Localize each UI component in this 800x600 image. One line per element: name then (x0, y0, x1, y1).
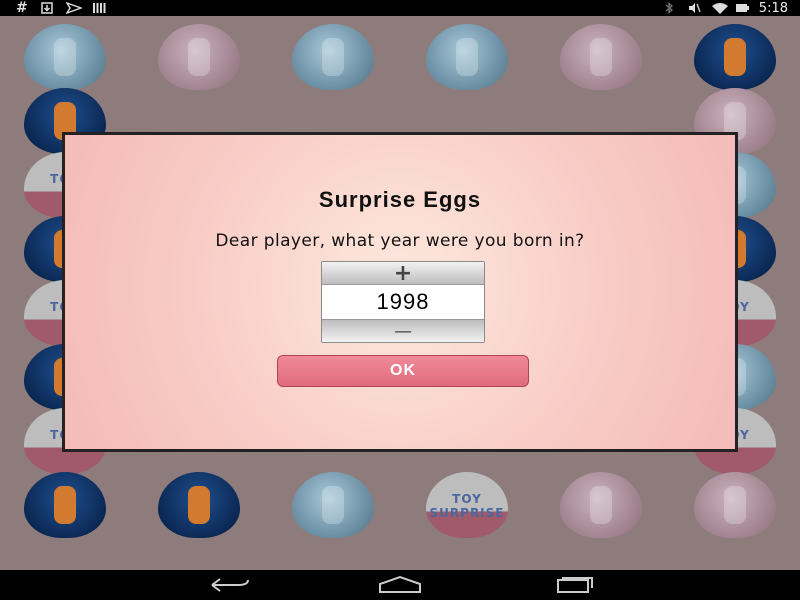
recents-icon[interactable] (550, 574, 596, 596)
battery-icon (735, 2, 749, 14)
egg-tile[interactable] (560, 24, 642, 90)
egg-tile[interactable] (426, 24, 508, 90)
dialog-question: Dear player, what year were you born in? (215, 231, 585, 251)
egg-tile[interactable] (158, 472, 240, 538)
egg-tile[interactable] (560, 472, 642, 538)
status-bar: # 5:18 (0, 0, 800, 16)
hash-icon: # (16, 0, 28, 16)
egg-tile[interactable] (694, 24, 776, 90)
send-icon (65, 1, 83, 15)
egg-tile[interactable] (24, 24, 106, 90)
download-icon (40, 2, 54, 14)
nav-bar (0, 570, 800, 600)
year-value[interactable]: 1998 (322, 284, 484, 320)
minus-icon: — (394, 320, 412, 342)
signal-bars-icon (92, 2, 106, 14)
plus-icon: + (393, 260, 413, 286)
year-increment-button[interactable]: + (322, 260, 484, 286)
egg-tile[interactable] (158, 24, 240, 90)
birth-year-dialog: Surprise Eggs Dear player, what year wer… (62, 132, 738, 452)
clock-time: 5:18 (758, 0, 788, 16)
egg-tile[interactable] (292, 24, 374, 90)
year-picker: + 1998 — (321, 261, 485, 343)
mute-icon (687, 2, 701, 14)
egg-tile[interactable] (292, 472, 374, 538)
bluetooth-icon (663, 2, 677, 14)
egg-tile[interactable] (694, 472, 776, 538)
ok-button[interactable]: OK (277, 355, 529, 387)
egg-tile[interactable] (24, 472, 106, 538)
dialog-title: Surprise Eggs (318, 187, 482, 212)
home-icon[interactable] (376, 574, 424, 596)
egg-tile[interactable]: TOY SURPRISE (426, 472, 508, 538)
year-decrement-button[interactable]: — (322, 320, 484, 342)
wifi-icon (711, 2, 728, 14)
back-icon[interactable] (208, 574, 252, 596)
